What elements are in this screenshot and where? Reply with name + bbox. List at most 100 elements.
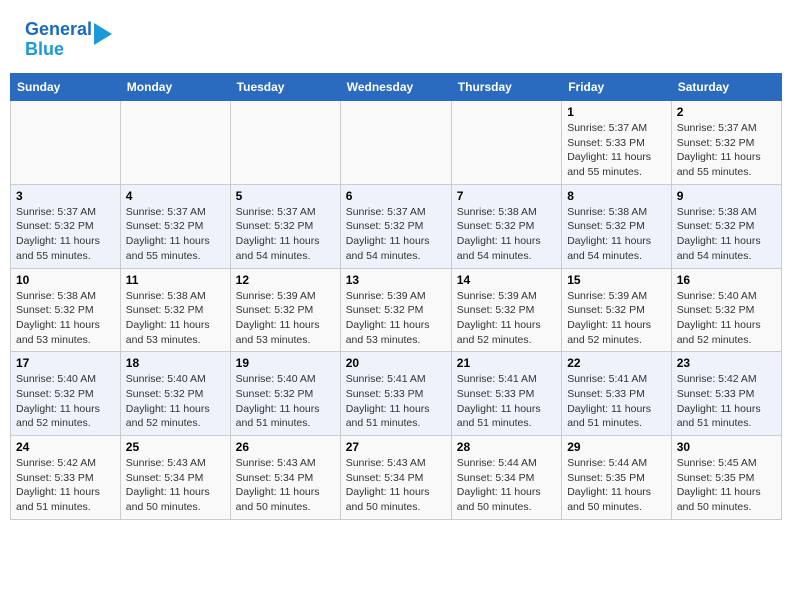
day-info: Sunrise: 5:37 AM Sunset: 5:32 PM Dayligh…: [346, 205, 446, 264]
day-info: Sunrise: 5:40 AM Sunset: 5:32 PM Dayligh…: [126, 372, 225, 431]
day-number: 12: [236, 273, 335, 287]
day-number: 6: [346, 189, 446, 203]
weekday-header-thursday: Thursday: [451, 74, 561, 101]
calendar-cell: 20 Sunrise: 5:41 AM Sunset: 5:33 PM Dayli…: [340, 352, 451, 436]
day-info: Sunrise: 5:45 AM Sunset: 5:35 PM Dayligh…: [677, 456, 776, 515]
calendar-cell: 29 Sunrise: 5:44 AM Sunset: 5:35 PM Dayli…: [562, 436, 672, 520]
day-number: 14: [457, 273, 556, 287]
day-number: 9: [677, 189, 776, 203]
calendar-cell: 23 Sunrise: 5:42 AM Sunset: 5:33 PM Dayli…: [671, 352, 781, 436]
calendar-header-row: SundayMondayTuesdayWednesdayThursdayFrid…: [11, 74, 782, 101]
calendar-cell: 6 Sunrise: 5:37 AM Sunset: 5:32 PM Daylig…: [340, 184, 451, 268]
day-info: Sunrise: 5:38 AM Sunset: 5:32 PM Dayligh…: [16, 289, 115, 348]
day-info: Sunrise: 5:41 AM Sunset: 5:33 PM Dayligh…: [567, 372, 666, 431]
day-info: Sunrise: 5:40 AM Sunset: 5:32 PM Dayligh…: [16, 372, 115, 431]
calendar-cell: 7 Sunrise: 5:38 AM Sunset: 5:32 PM Daylig…: [451, 184, 561, 268]
day-info: Sunrise: 5:41 AM Sunset: 5:33 PM Dayligh…: [346, 372, 446, 431]
day-number: 23: [677, 356, 776, 370]
calendar-cell: 14Sunrise: 5:39 AM Sunset: 5:32 PM Dayli…: [451, 268, 561, 352]
calendar-cell: 9 Sunrise: 5:38 AM Sunset: 5:32 PM Daylig…: [671, 184, 781, 268]
day-info: Sunrise: 5:39 AM Sunset: 5:32 PM Dayligh…: [236, 289, 335, 348]
calendar-cell: 26Sunrise: 5:43 AM Sunset: 5:34 PM Dayli…: [230, 436, 340, 520]
page-header: GeneralBlue: [10, 10, 782, 65]
calendar-cell: 1 Sunrise: 5:37 AM Sunset: 5:33 PM Daylig…: [562, 101, 672, 185]
calendar-cell: 11Sunrise: 5:38 AM Sunset: 5:32 PM Dayli…: [120, 268, 230, 352]
day-number: 27: [346, 440, 446, 454]
day-number: 21: [457, 356, 556, 370]
day-info: Sunrise: 5:42 AM Sunset: 5:33 PM Dayligh…: [677, 372, 776, 431]
day-info: Sunrise: 5:44 AM Sunset: 5:34 PM Dayligh…: [457, 456, 556, 515]
calendar-cell: [340, 101, 451, 185]
calendar-cell: [120, 101, 230, 185]
calendar-cell: 4 Sunrise: 5:37 AM Sunset: 5:32 PM Daylig…: [120, 184, 230, 268]
calendar-cell: 18 Sunrise: 5:40 AM Sunset: 5:32 PM Dayli…: [120, 352, 230, 436]
calendar-week-row: 24 Sunrise: 5:42 AM Sunset: 5:33 PM Dayli…: [11, 436, 782, 520]
weekday-header-tuesday: Tuesday: [230, 74, 340, 101]
day-info: Sunrise: 5:39 AM Sunset: 5:32 PM Dayligh…: [567, 289, 666, 348]
calendar-cell: [230, 101, 340, 185]
calendar-cell: 28 Sunrise: 5:44 AM Sunset: 5:34 PM Dayli…: [451, 436, 561, 520]
day-number: 18: [126, 356, 225, 370]
day-info: Sunrise: 5:43 AM Sunset: 5:34 PM Dayligh…: [126, 456, 225, 515]
day-info: Sunrise: 5:38 AM Sunset: 5:32 PM Dayligh…: [567, 205, 666, 264]
day-info: Sunrise: 5:44 AM Sunset: 5:35 PM Dayligh…: [567, 456, 666, 515]
day-number: 2: [677, 105, 776, 119]
day-number: 1: [567, 105, 666, 119]
day-number: 15: [567, 273, 666, 287]
day-number: 16: [677, 273, 776, 287]
day-info: Sunrise: 5:40 AM Sunset: 5:32 PM Dayligh…: [677, 289, 776, 348]
calendar-cell: 25 Sunrise: 5:43 AM Sunset: 5:34 PM Dayli…: [120, 436, 230, 520]
day-number: 10: [16, 273, 115, 287]
logo-arrow-icon: [94, 23, 112, 45]
calendar-cell: 12 Sunrise: 5:39 AM Sunset: 5:32 PM Dayli…: [230, 268, 340, 352]
day-info: Sunrise: 5:38 AM Sunset: 5:32 PM Dayligh…: [457, 205, 556, 264]
day-number: 29: [567, 440, 666, 454]
calendar-cell: 27 Sunrise: 5:43 AM Sunset: 5:34 PM Dayli…: [340, 436, 451, 520]
day-info: Sunrise: 5:42 AM Sunset: 5:33 PM Dayligh…: [16, 456, 115, 515]
day-info: Sunrise: 5:37 AM Sunset: 5:33 PM Dayligh…: [567, 121, 666, 180]
day-number: 20: [346, 356, 446, 370]
day-info: Sunrise: 5:40 AM Sunset: 5:32 PM Dayligh…: [236, 372, 335, 431]
logo-text: GeneralBlue: [25, 19, 92, 59]
day-number: 19: [236, 356, 335, 370]
day-info: Sunrise: 5:37 AM Sunset: 5:32 PM Dayligh…: [677, 121, 776, 180]
day-info: Sunrise: 5:37 AM Sunset: 5:32 PM Dayligh…: [16, 205, 115, 264]
day-number: 11: [126, 273, 225, 287]
calendar-cell: 5 Sunrise: 5:37 AM Sunset: 5:32 PM Daylig…: [230, 184, 340, 268]
calendar-cell: 19 Sunrise: 5:40 AM Sunset: 5:32 PM Dayli…: [230, 352, 340, 436]
logo: GeneralBlue: [25, 20, 112, 60]
calendar-cell: 10 Sunrise: 5:38 AM Sunset: 5:32 PM Dayli…: [11, 268, 121, 352]
day-info: Sunrise: 5:41 AM Sunset: 5:33 PM Dayligh…: [457, 372, 556, 431]
day-number: 4: [126, 189, 225, 203]
calendar-cell: 15 Sunrise: 5:39 AM Sunset: 5:32 PM Dayli…: [562, 268, 672, 352]
calendar-cell: 17 Sunrise: 5:40 AM Sunset: 5:32 PM Dayli…: [11, 352, 121, 436]
calendar-week-row: 17 Sunrise: 5:40 AM Sunset: 5:32 PM Dayli…: [11, 352, 782, 436]
day-number: 5: [236, 189, 335, 203]
calendar-cell: 16 Sunrise: 5:40 AM Sunset: 5:32 PM Dayli…: [671, 268, 781, 352]
calendar-cell: [451, 101, 561, 185]
calendar-cell: 24 Sunrise: 5:42 AM Sunset: 5:33 PM Dayli…: [11, 436, 121, 520]
weekday-header-friday: Friday: [562, 74, 672, 101]
day-number: 17: [16, 356, 115, 370]
calendar-cell: 2 Sunrise: 5:37 AM Sunset: 5:32 PM Daylig…: [671, 101, 781, 185]
day-number: 28: [457, 440, 556, 454]
day-info: Sunrise: 5:37 AM Sunset: 5:32 PM Dayligh…: [126, 205, 225, 264]
calendar-cell: 21 Sunrise: 5:41 AM Sunset: 5:33 PM Dayli…: [451, 352, 561, 436]
calendar-cell: 8Sunrise: 5:38 AM Sunset: 5:32 PM Daylig…: [562, 184, 672, 268]
day-number: 24: [16, 440, 115, 454]
calendar-table: SundayMondayTuesdayWednesdayThursdayFrid…: [10, 73, 782, 520]
calendar-week-row: 10 Sunrise: 5:38 AM Sunset: 5:32 PM Dayli…: [11, 268, 782, 352]
day-info: Sunrise: 5:43 AM Sunset: 5:34 PM Dayligh…: [346, 456, 446, 515]
calendar-cell: 3 Sunrise: 5:37 AM Sunset: 5:32 PM Daylig…: [11, 184, 121, 268]
calendar-cell: 30Sunrise: 5:45 AM Sunset: 5:35 PM Dayli…: [671, 436, 781, 520]
weekday-header-wednesday: Wednesday: [340, 74, 451, 101]
calendar-week-row: 1 Sunrise: 5:37 AM Sunset: 5:33 PM Daylig…: [11, 101, 782, 185]
calendar-week-row: 3 Sunrise: 5:37 AM Sunset: 5:32 PM Daylig…: [11, 184, 782, 268]
day-number: 3: [16, 189, 115, 203]
day-number: 25: [126, 440, 225, 454]
day-info: Sunrise: 5:37 AM Sunset: 5:32 PM Dayligh…: [236, 205, 335, 264]
day-info: Sunrise: 5:38 AM Sunset: 5:32 PM Dayligh…: [677, 205, 776, 264]
day-number: 7: [457, 189, 556, 203]
weekday-header-monday: Monday: [120, 74, 230, 101]
calendar-cell: [11, 101, 121, 185]
